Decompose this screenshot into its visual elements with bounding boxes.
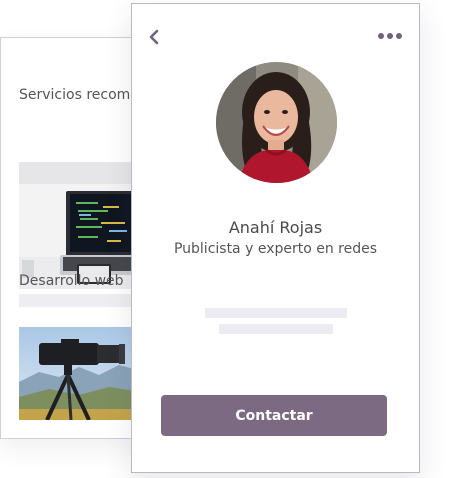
- more-dots-icon: [396, 33, 402, 39]
- avatar: [216, 62, 337, 183]
- placeholder-line: [205, 308, 347, 318]
- services-card: Servicios recomendados: [0, 37, 140, 439]
- service-caption-web-development: Desarrollo web: [19, 273, 124, 289]
- service-image-web-development[interactable]: [19, 162, 139, 289]
- placeholder-line: [219, 324, 333, 334]
- more-dots-icon: [387, 33, 393, 39]
- profile-name: Anahí Rojas: [228, 218, 323, 237]
- chevron-left-icon: [149, 29, 159, 45]
- services-section-title: Servicios recomendados: [19, 87, 139, 103]
- more-dots-icon: [378, 33, 384, 39]
- back-button[interactable]: [146, 27, 162, 47]
- more-options-button[interactable]: [375, 26, 405, 46]
- profile-card: Anahí Rojas Publicista y experto en rede…: [131, 3, 420, 473]
- profile-role: Publicista y experto en redes: [173, 241, 378, 257]
- service-image-photography[interactable]: [19, 327, 139, 420]
- service-placeholder-bar: [19, 294, 137, 307]
- contact-button[interactable]: Contactar: [161, 395, 387, 436]
